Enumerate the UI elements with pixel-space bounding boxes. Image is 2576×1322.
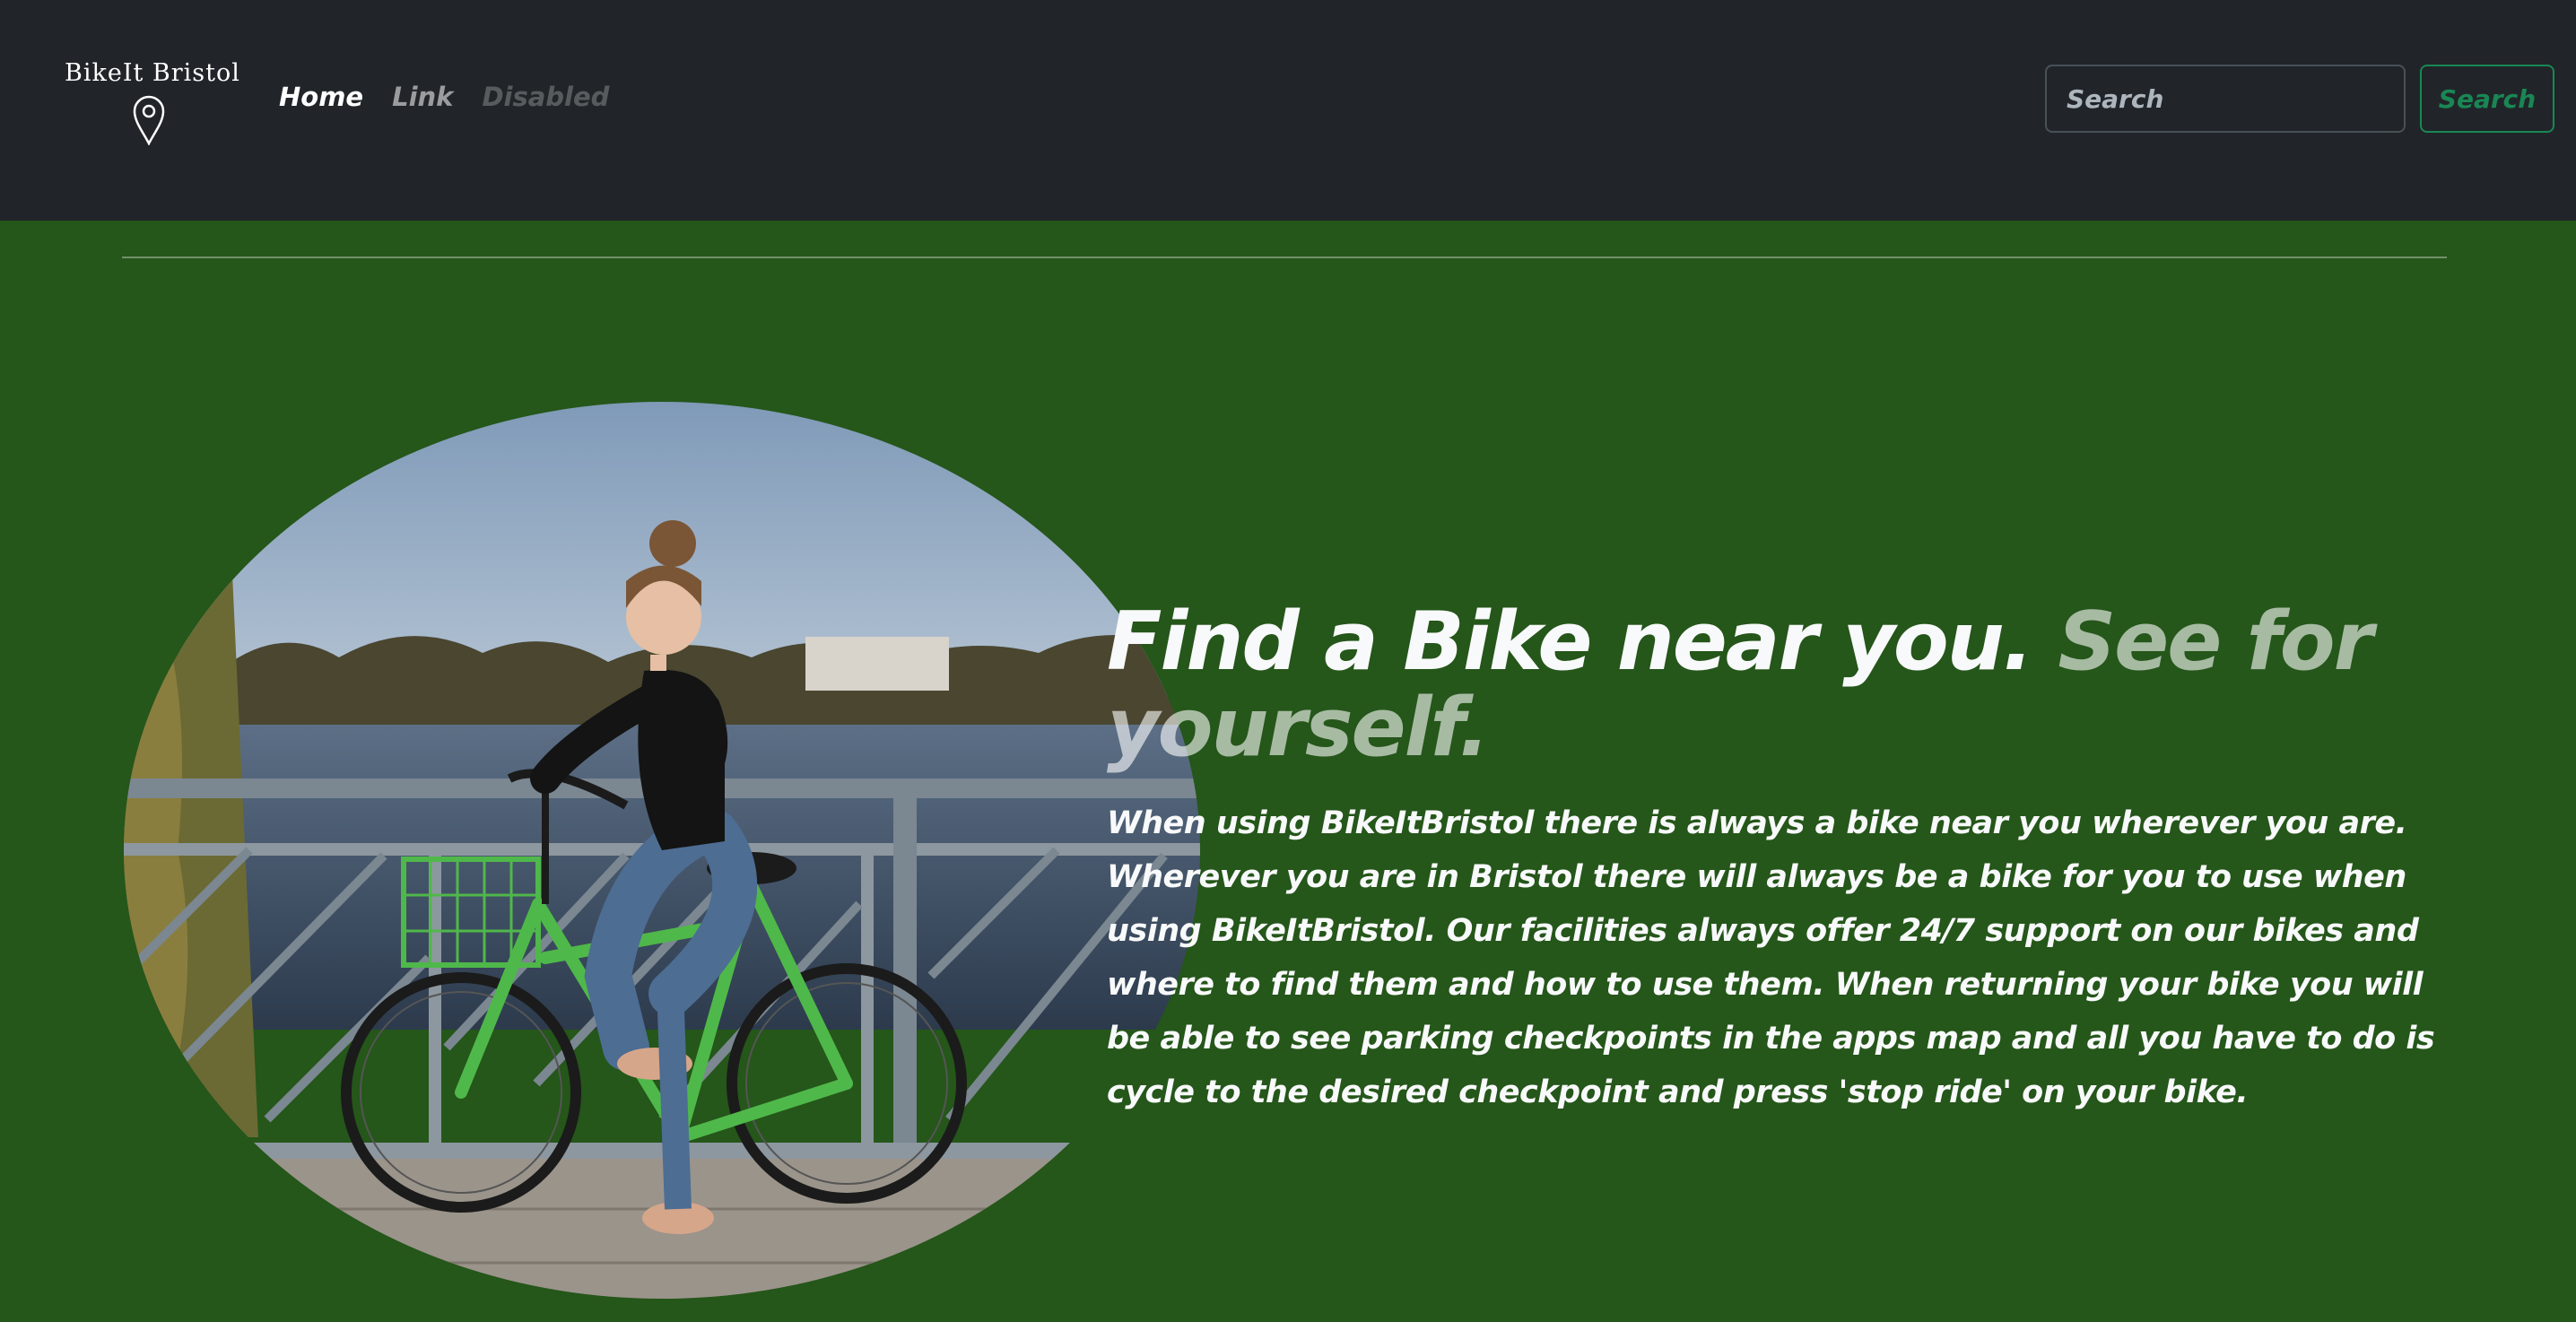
hero-image <box>124 402 1200 1299</box>
brand-text: BikeIt Bristol <box>65 59 240 87</box>
headline-main: Find a Bike near you. <box>1107 595 2033 689</box>
divider <box>122 257 2447 258</box>
nav-link-link[interactable]: Link <box>392 82 453 112</box>
search-button[interactable]: Search <box>2420 65 2554 133</box>
woman-on-bicycle-illustration <box>124 402 1200 1299</box>
nav-link-home[interactable]: Home <box>279 82 363 112</box>
hero-body-text: When using BikeItBristol there is always… <box>1107 805 2435 1110</box>
hero-headline: Find a Bike near you. See for yourself. <box>1107 599 2506 771</box>
search-input[interactable] <box>2045 65 2406 133</box>
nav-link-disabled: Disabled <box>482 82 610 112</box>
nav-links: Home Link Disabled <box>279 79 609 115</box>
map-pin-icon <box>133 95 165 145</box>
navbar: BikeIt Bristol Home Link Disabled Search <box>0 0 2576 221</box>
brand-logo[interactable]: BikeIt Bristol <box>63 59 239 149</box>
